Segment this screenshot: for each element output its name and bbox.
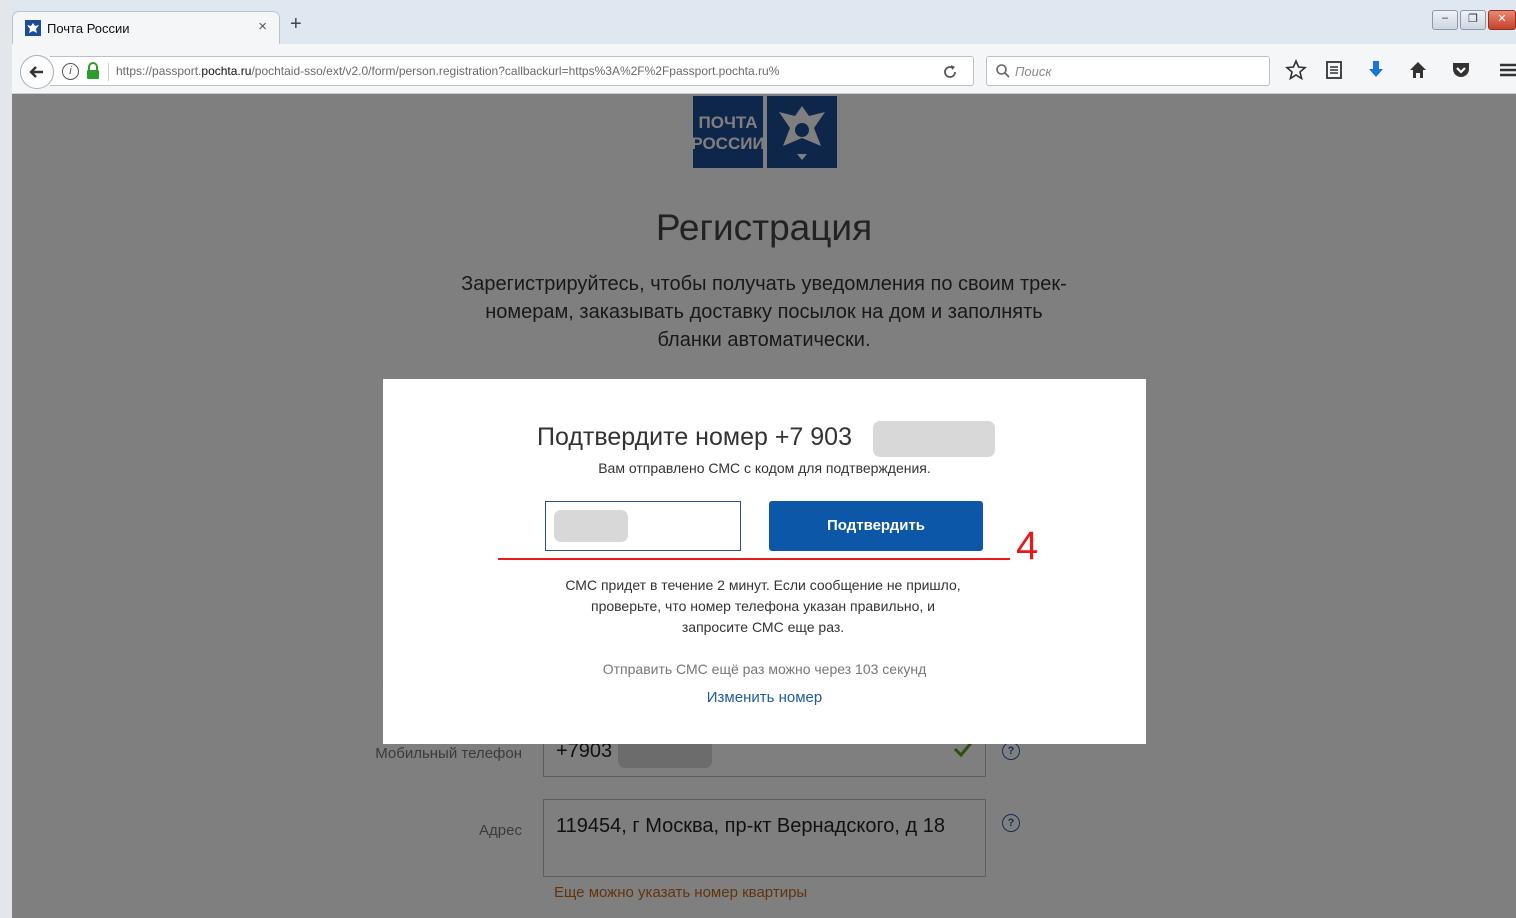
pocket-icon[interactable] [1450, 59, 1472, 81]
address-bar[interactable]: i https://passport.pochta.ru/pochtaid-ss… [50, 56, 974, 86]
search-placeholder: Поиск [1015, 64, 1052, 79]
window-left-edge [0, 0, 12, 918]
url-separator [108, 63, 109, 81]
url-domain: pochta.ru [201, 64, 252, 78]
sms-code-input[interactable] [545, 501, 741, 551]
url-prefix: https://passport. [116, 64, 202, 78]
home-icon[interactable] [1407, 59, 1429, 81]
download-icon[interactable] [1365, 59, 1387, 81]
modal-subtitle: Вам отправлено СМС с кодом для подтвержд… [598, 460, 931, 476]
reading-list-icon[interactable] [1323, 59, 1345, 81]
lock-icon [87, 62, 99, 79]
annotation-step-number: 4 [1016, 524, 1039, 568]
minimize-button[interactable]: ‒ [1432, 10, 1458, 30]
minimize-icon: ‒ [1441, 12, 1449, 24]
reload-icon[interactable] [941, 63, 959, 81]
redacted-sms-code [554, 510, 628, 542]
maximize-button[interactable]: ❐ [1460, 10, 1486, 30]
modal-title: Подтвердите номер +7 903 [537, 423, 852, 452]
search-bar[interactable]: Поиск [986, 56, 1270, 86]
url-path: /pochtaid-sso/ext/v2.0/form/person.regis… [251, 64, 780, 78]
resend-countdown: Отправить СМС ещё раз можно через 103 се… [602, 661, 927, 677]
url-text[interactable]: https://passport.pochta.ru/pochtaid-sso/… [116, 64, 936, 78]
browser-navbar: i https://passport.pochta.ru/pochtaid-ss… [0, 44, 1516, 94]
change-number-link[interactable]: Изменить номер [383, 689, 1146, 706]
search-icon [996, 64, 1010, 78]
menu-icon[interactable] [1498, 59, 1516, 81]
info-icon[interactable]: i [62, 63, 79, 80]
close-icon: ✕ [1497, 13, 1507, 25]
bookmark-star-icon[interactable] [1285, 59, 1307, 81]
annotation-underline [498, 558, 1010, 560]
close-window-button[interactable]: ✕ [1488, 10, 1516, 30]
tab-title: Почта России [47, 21, 130, 36]
redacted-phone-number [873, 421, 995, 457]
new-tab-button[interactable]: + [290, 14, 302, 34]
eagle-favicon-icon [25, 20, 41, 36]
tab-close-icon[interactable]: × [258, 18, 267, 35]
browser-tab-active[interactable]: Почта России × [12, 11, 280, 44]
back-button[interactable] [20, 55, 54, 89]
maximize-icon: ❐ [1468, 13, 1478, 25]
back-arrow-icon [29, 66, 43, 78]
sms-delivery-note: СМС придет в течение 2 минут. Если сообщ… [565, 577, 961, 635]
modal-title-text: Подтвердите номер +7 903 [537, 423, 852, 451]
confirm-button[interactable]: Подтвердить [769, 501, 983, 551]
